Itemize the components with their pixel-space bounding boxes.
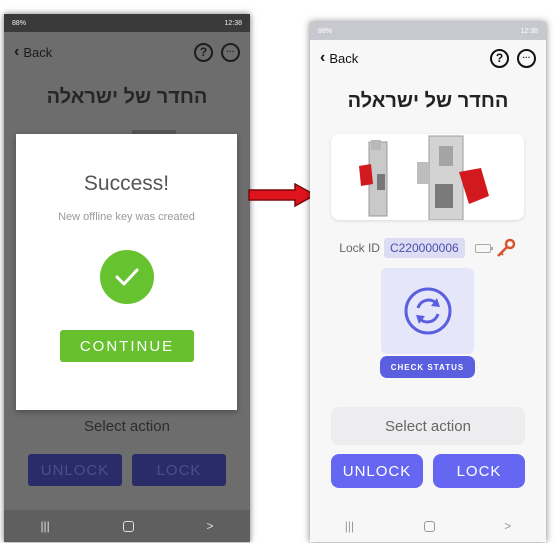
help-icon[interactable]: ? bbox=[490, 48, 509, 68]
top-icons: ? ··· bbox=[194, 42, 240, 62]
system-nav-bar: ||| > bbox=[310, 510, 546, 542]
more-icon[interactable]: ··· bbox=[221, 42, 240, 62]
status-time: 12:38 bbox=[224, 19, 242, 27]
system-back-button[interactable]: > bbox=[504, 519, 511, 533]
battery-status: 88% bbox=[12, 19, 27, 27]
lock-id-label: Lock ID bbox=[339, 241, 380, 255]
battery-status: 88% bbox=[318, 27, 333, 35]
success-dialog: Success! New offline key was created CON… bbox=[16, 134, 237, 410]
check-status-button[interactable]: CHECK STATUS bbox=[380, 356, 475, 378]
dialog-title: Success! bbox=[83, 172, 170, 195]
right-arrow-icon bbox=[248, 183, 317, 207]
refresh-icon bbox=[404, 287, 451, 335]
status-time: 12:38 bbox=[520, 27, 538, 35]
more-icon[interactable]: ··· bbox=[517, 48, 536, 68]
checkmark-icon bbox=[100, 250, 154, 304]
back-label: Back bbox=[23, 44, 53, 60]
unlock-button[interactable]: UNLOCK bbox=[28, 454, 122, 486]
phone-screen-success-dialog: 88% 12:38 ‹ Back ? ··· החדר של ישראלה Su… bbox=[4, 14, 250, 542]
status-tile[interactable] bbox=[381, 268, 474, 354]
back-label: Back bbox=[329, 50, 359, 66]
continue-button[interactable]: CONTINUE bbox=[60, 330, 194, 362]
room-title: החדר של ישראלה bbox=[347, 90, 509, 112]
top-bar: ‹ Back ? ··· bbox=[310, 44, 546, 72]
recents-button[interactable]: ||| bbox=[40, 519, 49, 533]
phone-screen-lock-detail: 88% 12:38 ‹ Back ? ··· החדר של ישראלה Lo… bbox=[310, 22, 546, 542]
top-bar: ‹ Back ? ··· bbox=[4, 38, 250, 66]
status-bar: 88% 12:38 bbox=[310, 22, 546, 40]
help-icon[interactable]: ? bbox=[194, 42, 213, 62]
status-bar: 88% 12:38 bbox=[4, 14, 250, 32]
battery-icon bbox=[474, 243, 493, 253]
home-button[interactable] bbox=[423, 520, 435, 532]
select-action-label: Select action bbox=[84, 417, 170, 435]
room-title: החדר של ישראלה bbox=[46, 86, 208, 108]
home-button[interactable] bbox=[122, 520, 134, 532]
key-icon bbox=[496, 238, 515, 257]
chevron-left-icon: ‹ bbox=[320, 49, 326, 66]
back-button[interactable]: ‹ Back bbox=[320, 50, 358, 66]
select-action-dropdown[interactable]: Select action bbox=[331, 407, 525, 445]
back-button[interactable]: ‹ Back bbox=[14, 44, 52, 60]
lock-button[interactable]: LOCK bbox=[433, 454, 525, 488]
recents-button[interactable]: ||| bbox=[345, 519, 354, 533]
unlock-button[interactable]: UNLOCK bbox=[331, 454, 423, 488]
system-back-button[interactable]: > bbox=[207, 519, 214, 533]
dialog-message: New offline key was created bbox=[58, 211, 195, 223]
chevron-left-icon: ‹ bbox=[14, 43, 20, 60]
system-nav-bar: ||| > bbox=[4, 510, 250, 542]
lock-id-value: C220000006 bbox=[383, 238, 465, 258]
top-icons: ? ··· bbox=[490, 48, 536, 68]
lock-product-image bbox=[331, 134, 524, 220]
lock-button[interactable]: LOCK bbox=[132, 454, 226, 486]
lock-id-row: Lock ID C220000006 bbox=[310, 236, 546, 260]
